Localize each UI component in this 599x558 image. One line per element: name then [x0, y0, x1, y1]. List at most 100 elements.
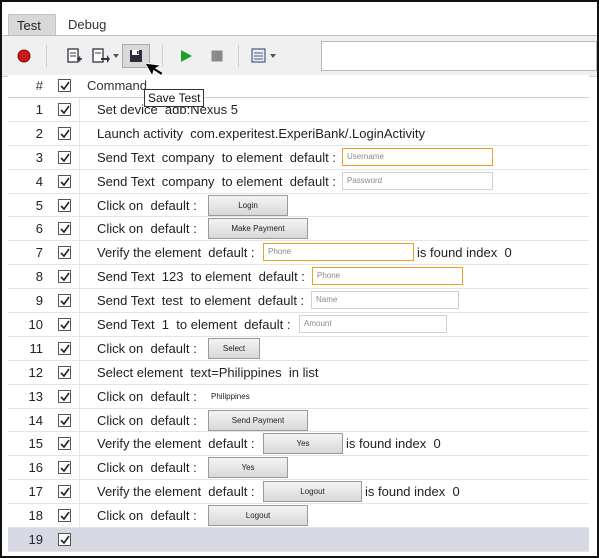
table-row-selected[interactable]: 19	[8, 528, 589, 552]
command-text: Click on default :	[97, 508, 197, 524]
new-document-icon[interactable]	[62, 44, 86, 68]
row-checkbox[interactable]	[58, 150, 71, 164]
record-icon[interactable]	[12, 44, 36, 68]
table-row[interactable]: 13 Click on default : Philippines	[8, 385, 589, 409]
row-number: 18	[28, 508, 43, 524]
tab-test[interactable]: Test	[8, 14, 56, 35]
play-icon[interactable]	[174, 44, 198, 68]
row-number: 13	[28, 388, 43, 404]
row-number: 17	[28, 484, 43, 500]
table-row[interactable]: 8 Send Text 123 to element default : Pho…	[8, 265, 589, 290]
row-checkbox[interactable]	[58, 389, 71, 403]
row-number: 2	[35, 125, 43, 141]
table-row[interactable]: 6 Click on default : Make Payment	[8, 217, 589, 242]
element-thumbnail-amount: Amount	[299, 315, 447, 334]
element-thumbnail-phone: Phone	[312, 267, 463, 286]
row-checkbox[interactable]	[58, 103, 71, 116]
table-row[interactable]: 15 Verify the element default : Yes is f…	[8, 432, 589, 457]
table-row[interactable]: 11 Click on default : Select	[8, 337, 589, 361]
toolbar	[2, 36, 597, 77]
row-number: 6	[35, 221, 43, 237]
row-checkbox[interactable]	[58, 461, 71, 475]
row-number: 15	[28, 436, 43, 452]
row-number: 8	[35, 269, 43, 285]
tab-bar: Test Debug	[2, 2, 597, 36]
row-checkbox[interactable]	[58, 174, 71, 188]
row-checkbox[interactable]	[58, 413, 71, 427]
stop-icon[interactable]	[205, 44, 229, 68]
options-dropdown-icon[interactable]	[248, 44, 282, 68]
element-thumbnail-username: Username	[342, 147, 493, 166]
table-header: # Command	[8, 75, 589, 98]
header-number: #	[35, 78, 43, 93]
element-thumbnail-yes: Yes	[263, 433, 343, 455]
element-thumbnail-make-payment: Make Payment	[208, 218, 308, 240]
row-checkbox[interactable]	[58, 318, 71, 332]
select-all-checkbox[interactable]	[58, 79, 71, 92]
command-text: Click on default :	[97, 197, 197, 213]
element-thumbnail-yes: Yes	[208, 457, 288, 479]
row-checkbox[interactable]	[58, 246, 71, 260]
table-row[interactable]: 2 Launch activity com.experitest.ExperiB…	[8, 122, 589, 146]
command-table: # Command 1 Set device adb:Nexus 5 2 Lau…	[8, 75, 589, 552]
search-input[interactable]	[321, 41, 597, 71]
command-text: Verify the element default :	[97, 484, 255, 500]
row-checkbox[interactable]	[58, 437, 71, 451]
command-text: Click on default :	[97, 340, 197, 356]
row-checkbox[interactable]	[58, 509, 71, 523]
command-suffix: is found index 0	[346, 436, 441, 452]
command-text: Verify the element default :	[97, 245, 255, 261]
row-checkbox[interactable]	[58, 270, 71, 284]
table-row[interactable]: 3 Send Text company to element default :…	[8, 146, 589, 170]
row-checkbox[interactable]	[58, 222, 71, 236]
table-row[interactable]: 12 Select element text=Philippines in li…	[8, 361, 589, 385]
export-dropdown-icon[interactable]	[88, 44, 122, 68]
row-number: 1	[35, 102, 43, 117]
command-text: Send Text company to element default :	[97, 149, 336, 165]
element-thumbnail-phone: Phone	[263, 243, 414, 262]
table-row[interactable]: 9 Send Text test to element default : Na…	[8, 289, 589, 314]
element-thumbnail-philippines: Philippines	[208, 387, 360, 405]
row-number: 7	[35, 245, 43, 261]
table-row[interactable]: 17 Verify the element default : Logout i…	[8, 480, 589, 505]
table-row[interactable]: 5 Click on default : Login	[8, 194, 589, 218]
command-text: Send Text 123 to element default :	[97, 269, 305, 285]
toolbar-separator	[238, 45, 239, 67]
element-thumbnail-password: Password	[342, 171, 493, 190]
table-row[interactable]: 1 Set device adb:Nexus 5	[8, 98, 589, 122]
element-thumbnail-logout: Logout	[208, 505, 308, 527]
command-text: Launch activity com.experitest.ExperiBan…	[97, 125, 426, 141]
toolbar-separator	[46, 45, 47, 67]
row-number: 19	[28, 532, 43, 548]
row-number: 16	[28, 460, 43, 476]
row-checkbox[interactable]	[58, 341, 71, 355]
table-row[interactable]: 14 Click on default : Send Payment	[8, 409, 589, 433]
tab-debug[interactable]: Debug	[60, 14, 114, 35]
row-checkbox[interactable]	[58, 294, 71, 308]
table-row[interactable]: 7 Verify the element default : Phone is …	[8, 241, 589, 266]
row-number: 11	[29, 340, 44, 356]
row-checkbox[interactable]	[58, 533, 71, 547]
row-number: 3	[35, 149, 43, 165]
row-number: 12	[28, 364, 43, 380]
table-row[interactable]: 18 Click on default : Logout	[8, 504, 589, 529]
command-text: Click on default :	[97, 388, 197, 404]
row-number: 14	[28, 412, 43, 428]
row-checkbox[interactable]	[58, 126, 71, 140]
element-thumbnail-name: Name	[311, 291, 459, 310]
table-row[interactable]: 4 Send Text company to element default :…	[8, 170, 589, 194]
table-row[interactable]: 16 Click on default : Yes	[8, 456, 589, 481]
row-checkbox[interactable]	[58, 365, 71, 379]
command-text: Click on default :	[97, 460, 197, 476]
command-text: Click on default :	[97, 221, 197, 237]
row-checkbox[interactable]	[58, 485, 71, 499]
table-row[interactable]: 10 Send Text 1 to element default : Amou…	[8, 313, 589, 337]
header-command: Command	[87, 78, 147, 93]
element-thumbnail-select: Select	[208, 337, 260, 359]
row-number: 9	[35, 293, 43, 309]
command-text: Send Text test to element default :	[97, 293, 305, 309]
command-text: Select element text=Philippines in list	[97, 364, 319, 380]
element-thumbnail-login: Login	[208, 194, 288, 216]
row-number: 5	[35, 197, 43, 213]
row-checkbox[interactable]	[58, 198, 71, 212]
